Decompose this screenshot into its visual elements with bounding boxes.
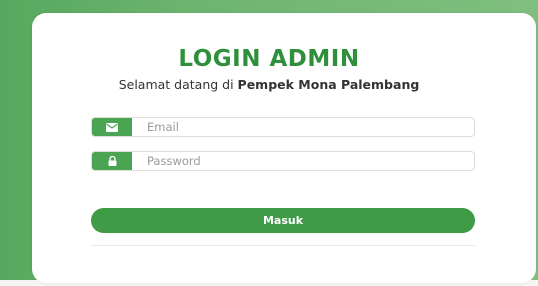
login-title: LOGIN ADMIN (178, 46, 360, 72)
password-input[interactable] (147, 152, 447, 170)
login-button[interactable]: Masuk (91, 208, 475, 233)
login-subtitle: Selamat datang di Pempek Mona Palembang (100, 78, 438, 91)
lock-icon (92, 152, 132, 170)
subtitle-prefix: Selamat datang di (118, 77, 238, 92)
envelope-icon (92, 118, 132, 136)
divider (91, 245, 475, 246)
email-input[interactable] (147, 118, 447, 136)
subtitle-brand: Pempek Mona Palembang (237, 77, 420, 92)
password-field[interactable] (91, 151, 475, 171)
email-field[interactable] (91, 117, 475, 137)
